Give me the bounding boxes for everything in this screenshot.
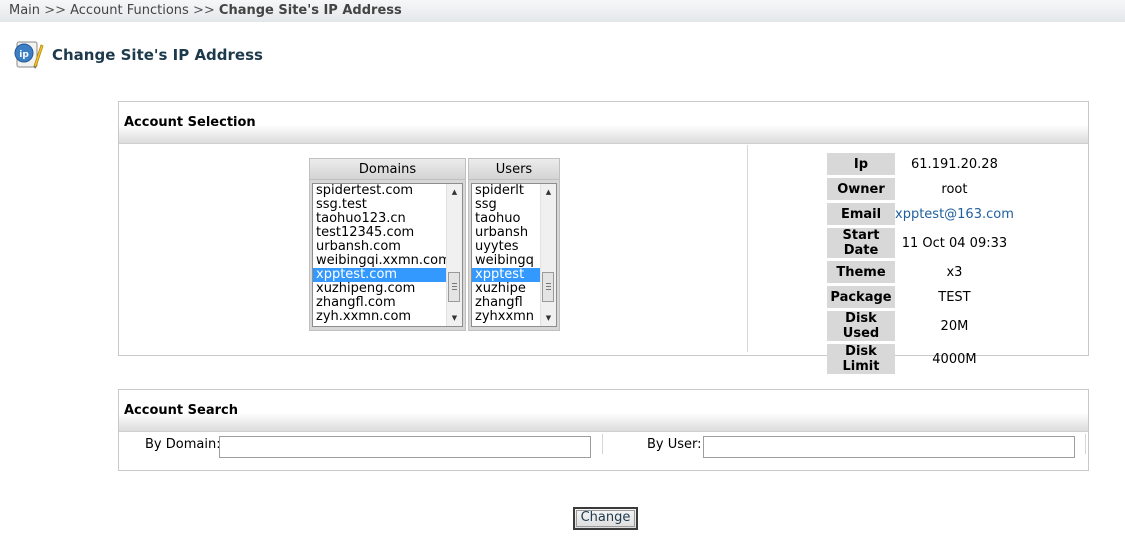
domains-option[interactable]: xuzhipeng.com [313,282,462,296]
section-divider [747,145,748,352]
breadcrumb-account-functions-link[interactable]: Account Functions [70,3,189,18]
domains-option[interactable]: weibingqi.xxmn.com [313,254,462,268]
info-row-email: Email xpptest@163.com [827,203,1014,225]
users-list-container: Users spiderlt ssg taohuo urbansh uyytes weib… [468,158,560,331]
breadcrumb-separator: >> [44,3,66,18]
domains-listbox[interactable]: spidertest.com ssg.test taohuo123.cn test12… [312,183,463,327]
by-domain-input[interactable] [219,436,591,458]
email-link[interactable]: xpptest@163.com [895,203,1014,225]
package-value: TEST [938,289,971,305]
ip-label: Ip [827,153,895,175]
theme-value: x3 [946,264,963,280]
domains-option[interactable]: taohuo123.cn [313,212,462,226]
owner-value: root [941,181,968,197]
info-row-disk-used: Disk Used 20M [827,311,1014,341]
start-date-label: Start Date [827,228,895,258]
search-divider [602,434,603,454]
scroll-down-arrow-icon[interactable]: ▼ [541,310,556,326]
account-search-header: Account Search [119,390,1088,432]
by-user-label: By User: [647,437,702,452]
users-header: Users [468,158,560,180]
domains-option[interactable]: test12345.com [313,226,462,240]
domains-option[interactable]: xpptest.com [313,268,462,282]
start-date-value: 11 Oct 04 09:33 [901,235,1008,251]
disk-used-label: Disk Used [827,311,895,341]
breadcrumb: Main >> Account Functions >> Change Site… [0,0,1125,22]
info-row-package: Package TEST [827,286,1014,308]
breadcrumb-current: Change Site's IP Address [218,3,402,18]
info-row-disk-limit: Disk Limit 4000M [827,344,1014,374]
account-search-panel: Account Search [118,389,1089,471]
domains-option[interactable]: urbansh.com [313,240,462,254]
ip-value: 61.191.20.28 [911,156,998,172]
scroll-down-arrow-icon[interactable]: ▼ [447,310,462,326]
email-label: Email [827,203,895,225]
domains-option[interactable]: zhangfl.com [313,296,462,310]
scroll-thumb[interactable] [542,272,554,302]
by-user-input[interactable] [703,436,1075,458]
package-label: Package [827,286,895,308]
owner-label: Owner [827,178,895,200]
domains-header: Domains [309,158,466,180]
domains-list-container: Domains spidertest.com ssg.test taohuo123.… [309,158,466,331]
disk-used-value: 20M [940,318,969,334]
info-row-theme: Theme x3 [827,261,1014,283]
info-row-start-date: Start Date 11 Oct 04 09:33 [827,228,1014,258]
ip-address-icon: ip [12,39,44,71]
disk-limit-label: Disk Limit [827,344,895,374]
domains-listbox-frame: spidertest.com ssg.test taohuo123.cn test12… [309,180,466,331]
change-button[interactable]: Change [573,507,638,530]
breadcrumb-main-link[interactable]: Main [9,3,40,18]
scroll-thumb[interactable] [448,272,460,302]
account-selection-header: Account Selection [119,102,1088,144]
scroll-up-arrow-icon[interactable]: ▲ [541,184,556,200]
users-scrollbar[interactable]: ▲ ▼ [540,184,556,326]
info-row-ip: Ip 61.191.20.28 [827,153,1014,175]
theme-label: Theme [827,261,895,283]
account-info-table: Ip 61.191.20.28 Owner root Email xpptest… [827,150,1014,377]
users-listbox-frame: spiderlt ssg taohuo urbansh uyytes weibingq xp… [468,180,560,331]
search-divider [1085,434,1086,454]
info-row-owner: Owner root [827,178,1014,200]
page-title-text: Change Site's IP Address [52,46,263,64]
breadcrumb-separator: >> [192,3,215,18]
scroll-up-arrow-icon[interactable]: ▲ [447,184,462,200]
by-domain-label: By Domain: [145,437,221,452]
page-title: ip Change Site's IP Address [12,38,263,72]
domains-option[interactable]: ssg.test [313,198,462,212]
domains-scrollbar[interactable]: ▲ ▼ [446,184,462,326]
domains-option[interactable]: zyh.xxmn.com [313,310,462,324]
domains-option[interactable]: spidertest.com [313,184,462,198]
svg-text:ip: ip [19,50,29,60]
users-listbox[interactable]: spiderlt ssg taohuo urbansh uyytes weibingq xp… [471,183,557,327]
disk-limit-value: 4000M [932,351,977,367]
